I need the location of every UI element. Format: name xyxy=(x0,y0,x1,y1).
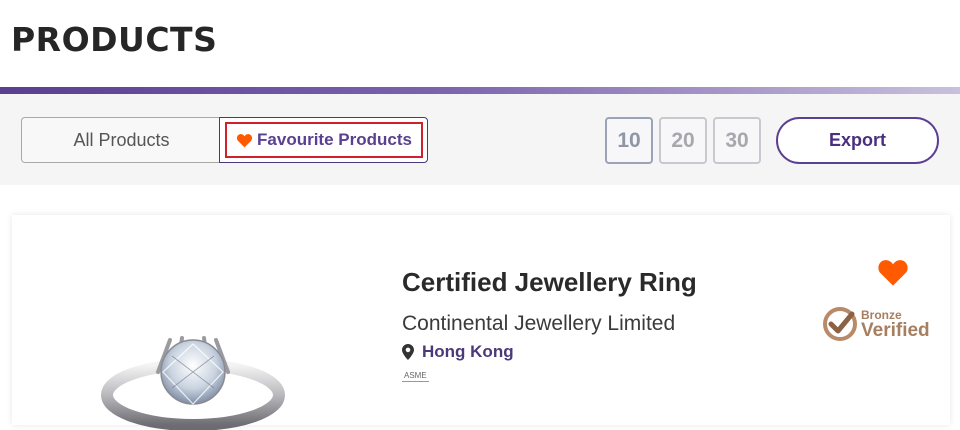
page-title: PRODUCTS xyxy=(11,20,218,59)
company-name[interactable]: Continental Jewellery Limited xyxy=(402,312,675,336)
verification-label: Verified xyxy=(861,319,930,341)
map-pin-icon xyxy=(402,344,414,360)
export-button[interactable]: Export xyxy=(776,117,939,164)
heart-icon xyxy=(878,260,908,286)
page-size-30-button[interactable]: 30 xyxy=(713,117,761,164)
accent-bar xyxy=(0,87,960,94)
tab-favourite-products-focus: Favourite Products xyxy=(225,122,423,158)
tab-all-products[interactable]: All Products xyxy=(21,117,221,163)
tab-all-products-label: All Products xyxy=(73,129,170,150)
product-name[interactable]: Certified Jewellery Ring xyxy=(402,267,697,298)
bronze-verified-icon xyxy=(823,307,857,341)
tab-favourite-products-label: Favourite Products xyxy=(257,130,412,149)
page-size-20-button[interactable]: 20 xyxy=(659,117,707,164)
heart-icon xyxy=(236,133,253,147)
verification-tier: Bronze xyxy=(861,307,902,322)
page-size-10-button[interactable]: 10 xyxy=(605,117,653,164)
asme-cert-logo: ASME xyxy=(402,371,429,382)
tab-favourite-products[interactable]: Favourite Products xyxy=(219,117,428,163)
toolbar: All Products Favourite Products 10 20 30… xyxy=(0,94,960,185)
product-image[interactable] xyxy=(98,320,288,430)
location-label: Hong Kong xyxy=(422,342,514,361)
bronze-verified-badge: Bronze Verified xyxy=(822,306,930,342)
product-location: Hong Kong xyxy=(402,342,514,362)
product-card: Certified Jewellery Ring Continental Jew… xyxy=(12,215,950,430)
favourite-toggle[interactable] xyxy=(877,258,909,287)
